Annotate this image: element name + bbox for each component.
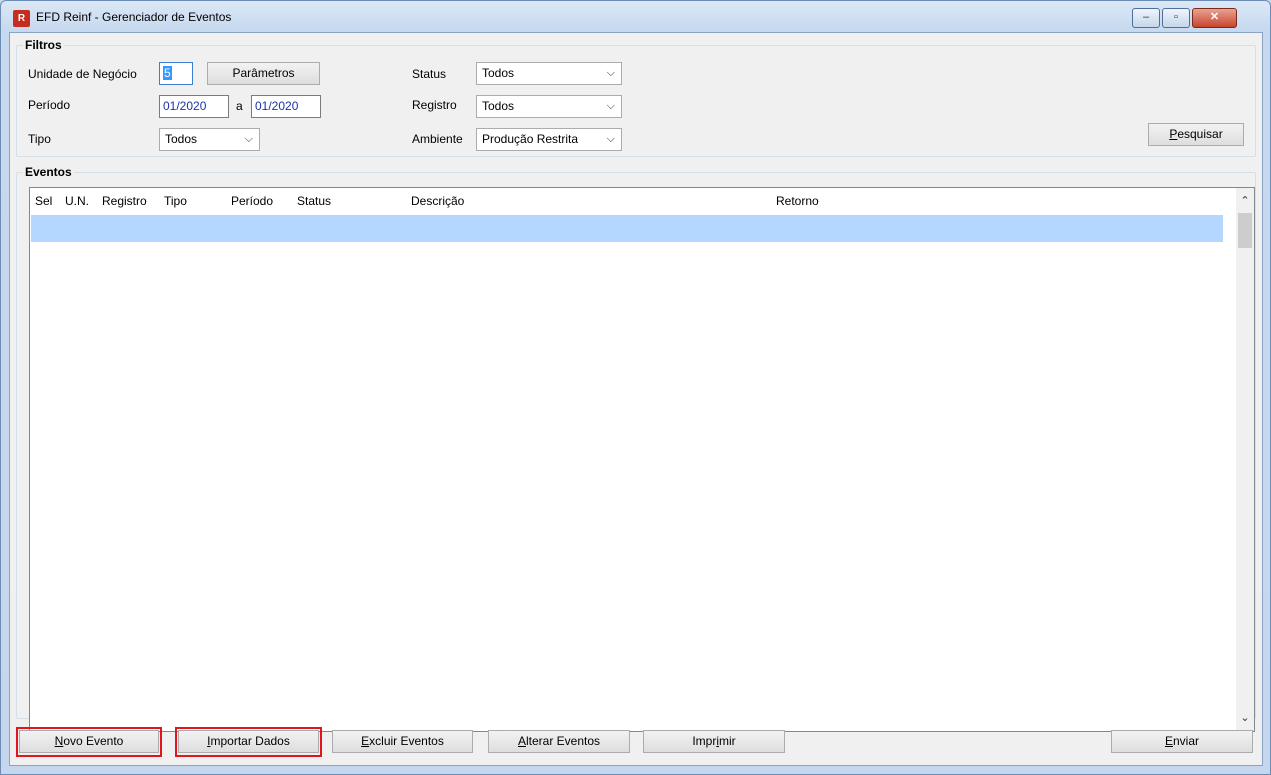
chevron-down-icon: ⌵ — [606, 100, 615, 112]
list-header: Sel U.N. Registro Tipo Período Status De… — [30, 188, 1222, 215]
periodo-from-input[interactable]: 01/2020 — [159, 95, 229, 118]
periodo-label: Período — [28, 98, 71, 112]
importar-dados-button[interactable]: Importar Dados — [178, 730, 319, 753]
novo-evento-button[interactable]: Novo Evento — [19, 730, 159, 753]
window-title: EFD Reinf - Gerenciador de Eventos — [36, 10, 232, 24]
close-button[interactable]: ✕ — [1192, 8, 1237, 28]
tipo-label: Tipo — [28, 132, 51, 146]
registro-select[interactable]: Todos ⌵ — [476, 95, 622, 118]
vertical-scrollbar[interactable]: ⌃ ⌄ — [1236, 188, 1254, 731]
col-tipo[interactable]: Tipo — [164, 194, 187, 208]
chevron-down-icon: ⌵ — [606, 133, 615, 145]
minimize-button[interactable]: – — [1132, 8, 1160, 28]
importar-dados-label: mportar Dados — [210, 734, 290, 748]
status-value: Todos — [482, 66, 515, 80]
maximize-button[interactable]: ▫ — [1162, 8, 1190, 28]
imprimir-label-rest: mir — [719, 734, 736, 748]
ambiente-select[interactable]: Produção Restrita ⌵ — [476, 128, 622, 151]
eventos-legend: Eventos — [23, 165, 74, 179]
col-descricao[interactable]: Descrição — [411, 194, 464, 208]
tipo-select[interactable]: Todos ⌵ — [159, 128, 260, 151]
col-periodo[interactable]: Período — [231, 194, 273, 208]
col-retorno[interactable]: Retorno — [776, 194, 819, 208]
chevron-down-icon: ⌵ — [244, 133, 253, 145]
scroll-thumb[interactable] — [1238, 213, 1252, 248]
col-un[interactable]: U.N. — [65, 194, 89, 208]
excluir-eventos-mnemonic: E — [361, 734, 370, 748]
novo-evento-mnemonic: N — [54, 734, 64, 748]
registro-value: Todos — [482, 99, 515, 113]
periodo-to-input[interactable]: 01/2020 — [251, 95, 321, 118]
eventos-list[interactable]: Sel U.N. Registro Tipo Período Status De… — [29, 187, 1255, 732]
alterar-eventos-label: lterar Eventos — [525, 734, 601, 748]
enviar-label: nviar — [1173, 734, 1200, 748]
periodo-separator: a — [236, 99, 243, 113]
unidade-value: 5 — [163, 66, 172, 80]
ambiente-label: Ambiente — [412, 132, 463, 146]
tipo-value: Todos — [165, 132, 198, 146]
title-bar[interactable]: R EFD Reinf - Gerenciador de Eventos – ▫… — [1, 1, 1270, 32]
unidade-input[interactable]: 5 — [159, 62, 193, 85]
alterar-eventos-mnemonic: A — [517, 734, 526, 748]
pesquisar-label: esquisar — [1177, 127, 1223, 141]
app-logo-icon: R — [13, 10, 30, 27]
scroll-down-icon[interactable]: ⌄ — [1236, 709, 1254, 727]
status-label: Status — [412, 67, 447, 81]
excluir-eventos-label: xcluir Eventos — [369, 734, 444, 748]
parametros-button[interactable]: Parâmetros — [207, 62, 320, 85]
client-area: Filtros Unidade de Negócio 5 Parâmetros … — [9, 32, 1263, 766]
table-row[interactable] — [31, 215, 1223, 242]
enviar-mnemonic: E — [1164, 734, 1173, 748]
pesquisar-button[interactable]: Pesquisar — [1148, 123, 1244, 146]
col-registro[interactable]: Registro — [102, 194, 147, 208]
imprimir-button[interactable]: Imprimir — [643, 730, 785, 753]
excluir-eventos-button[interactable]: Excluir Eventos — [332, 730, 473, 753]
unidade-label: Unidade de Negócio — [28, 67, 137, 81]
alterar-eventos-button[interactable]: Alterar Eventos — [488, 730, 630, 753]
chevron-down-icon: ⌵ — [606, 67, 615, 79]
col-sel[interactable]: Sel — [35, 194, 52, 208]
ambiente-value: Produção Restrita — [482, 132, 579, 146]
registro-label: Registro — [412, 98, 457, 112]
enviar-button[interactable]: Enviar — [1111, 730, 1253, 753]
status-select[interactable]: Todos ⌵ — [476, 62, 622, 85]
novo-evento-label: ovo Evento — [63, 734, 124, 748]
filtros-legend: Filtros — [23, 38, 64, 52]
col-status[interactable]: Status — [297, 194, 331, 208]
imprimir-label-pre: Impr — [692, 734, 717, 748]
main-window: R EFD Reinf - Gerenciador de Eventos – ▫… — [0, 0, 1271, 775]
scroll-up-icon[interactable]: ⌃ — [1236, 192, 1254, 210]
